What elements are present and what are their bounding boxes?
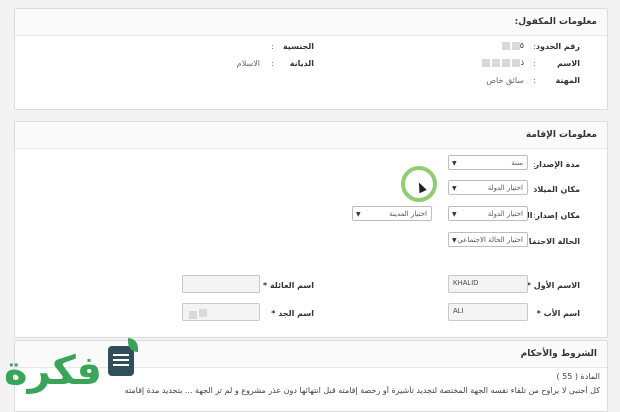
passport-city-select[interactable]: اختيار المدينة ▼ (352, 206, 432, 221)
father-name-label: اسم الأب * (536, 309, 580, 318)
religion-colon: : (271, 59, 274, 68)
birth-place-colon: : (533, 185, 536, 194)
job-colon: : (533, 76, 536, 85)
first-name-input[interactable] (448, 275, 528, 293)
name-colon: : (533, 59, 536, 68)
grandfather-name-input[interactable] (182, 303, 260, 321)
passport-country-select[interactable]: اختيار الدولة ▼ (448, 206, 528, 221)
job-value: سائق خاص (486, 76, 524, 85)
border-number-colon: : (533, 42, 536, 51)
passport-city-selected: اختيار المدينة (389, 210, 427, 218)
family-name-input[interactable] (182, 275, 260, 293)
first-name-label: الاسم الأول * (526, 281, 580, 290)
blurred-value (199, 309, 207, 317)
name-label: الاسم (557, 59, 580, 68)
issue-period-label: مدة الإصدار (534, 160, 580, 169)
chevron-down-icon: ▼ (452, 185, 457, 192)
residence-info-title: معلومات الإقامة (15, 122, 607, 149)
father-name-input[interactable] (448, 303, 528, 321)
border-number-value: ٥ (500, 41, 524, 50)
fikra-logo: فكرة (0, 338, 160, 400)
name-value: ذ (480, 58, 524, 67)
religion-value: الاسلام (236, 59, 260, 68)
birth-place-select[interactable]: اختيار الدولة ▼ (448, 180, 528, 195)
family-name-label: اسم العائلة * (262, 281, 314, 290)
chevron-down-icon: ▼ (356, 211, 361, 218)
document-icon (108, 346, 134, 376)
border-number-label: رقم الحدود (535, 42, 580, 51)
chevron-down-icon: ▼ (452, 160, 457, 167)
birth-place-selected: اختيار الدولة (487, 184, 523, 192)
birth-place-label: مكان الميلاد (533, 185, 580, 194)
marital-status-select[interactable]: اختيار الحالة الاجتماعي ▼ (448, 232, 528, 247)
job-label: المهنة (555, 76, 580, 85)
grandfather-name-label: اسم الجد * (271, 309, 314, 318)
chevron-down-icon: ▼ (452, 211, 457, 218)
passport-place-colon: : (533, 211, 536, 220)
nationality-label: الجنسية (282, 42, 314, 51)
marital-status-colon: : (533, 237, 536, 246)
passport-country-selected: اختيار الدولة (487, 210, 523, 218)
issue-period-selected: سنة (511, 159, 523, 167)
issue-period-colon: : (533, 160, 536, 169)
logo-text: فكرة (4, 348, 102, 394)
sponsored-info-title: معلومات المكفول: (15, 9, 607, 36)
nationality-colon: : (271, 42, 274, 51)
issue-period-select[interactable]: سنة ▼ (448, 155, 528, 170)
terms-article: المادة ( 55 ) (556, 372, 600, 381)
marital-status-selected: اختيار الحالة الاجتماعي (457, 236, 523, 244)
religion-label: الديانة (289, 59, 314, 68)
chevron-down-icon: ▼ (452, 237, 457, 244)
blurred-value (189, 311, 197, 319)
